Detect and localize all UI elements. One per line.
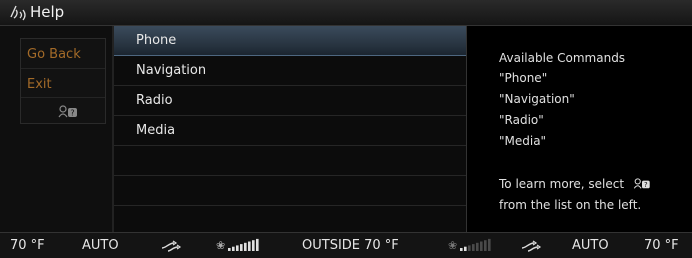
fan-speed-right[interactable] <box>460 238 492 252</box>
command-text: "Media" <box>499 134 547 148</box>
command-text: "Navigation" <box>499 92 575 106</box>
airflow-icon[interactable] <box>160 239 182 253</box>
fan-level-bar <box>252 240 255 251</box>
fan-level-bar <box>472 244 475 251</box>
list-item-label: Radio <box>136 93 173 108</box>
fan-speed-icon[interactable]: ❀ <box>216 239 225 252</box>
divider <box>21 68 105 69</box>
fan-level-bar <box>480 241 483 251</box>
left-temperature[interactable]: 70 °F <box>10 238 45 253</box>
svg-text:?: ? <box>70 109 74 118</box>
list-item-phone[interactable]: Phone <box>114 26 466 56</box>
fan-level-bar <box>248 241 251 251</box>
hint-text: To learn more, select <box>499 177 625 191</box>
left-climate-mode[interactable]: AUTO <box>82 238 119 253</box>
list-item-label: Media <box>136 123 176 138</box>
fan-level-bar <box>244 242 247 251</box>
fan-level-bar <box>484 240 487 251</box>
fan-level-bar <box>468 245 471 251</box>
right-temperature[interactable]: 70 °F <box>644 238 679 253</box>
fan-speed-left[interactable] <box>228 238 260 252</box>
list-item-radio[interactable]: Radio <box>114 86 466 116</box>
command-list: Phone Navigation Radio Media <box>114 26 466 232</box>
hint-text: from the list on the left. <box>499 198 642 212</box>
list-item <box>114 176 466 206</box>
go-back-button[interactable]: Go Back <box>27 47 81 62</box>
divider <box>21 97 105 98</box>
hint-line: To learn more, select ? <box>499 177 652 191</box>
voice-help-icon[interactable]: ? <box>58 105 78 119</box>
fan-level-bar <box>236 245 239 251</box>
fan-speed-icon[interactable]: ❀ <box>448 239 457 252</box>
climate-status-bar: 70 °F AUTO ❀ OUTSIDE 70 °F ❀ AUTO 70 °F <box>0 232 692 258</box>
voice-help-icon: ? <box>633 178 650 189</box>
fan-level-bar <box>476 242 479 251</box>
airflow-icon[interactable] <box>520 239 542 253</box>
outside-temperature: OUTSIDE 70 °F <box>302 238 399 253</box>
fan-level-bar <box>240 244 243 251</box>
command-text: "Phone" <box>499 71 548 85</box>
fan-level-bar <box>488 238 491 251</box>
info-panel: Available Commands "Phone" "Navigation" … <box>466 26 692 232</box>
fan-level-bar <box>228 248 231 251</box>
list-item <box>114 146 466 176</box>
list-item-navigation[interactable]: Navigation <box>114 56 466 86</box>
svg-text:?: ? <box>644 181 648 189</box>
list-item-media[interactable]: Media <box>114 116 466 146</box>
fan-level-bar <box>460 248 463 251</box>
info-heading: Available Commands <box>499 51 626 65</box>
page-title: Help <box>30 3 65 21</box>
command-text: "Radio" <box>499 113 544 127</box>
exit-button[interactable]: Exit <box>27 77 52 92</box>
fan-level-bar <box>232 246 235 251</box>
left-menu: Go Back Exit ? <box>20 38 106 124</box>
right-climate-mode[interactable]: AUTO <box>572 238 609 253</box>
title-bar: Help <box>0 0 692 26</box>
fan-level-bar <box>256 238 259 251</box>
left-panel: Go Back Exit ? <box>0 26 112 232</box>
fan-level-bar <box>464 246 467 251</box>
list-item-label: Phone <box>136 33 177 48</box>
voice-command-icon <box>10 5 26 21</box>
list-item-label: Navigation <box>136 63 207 78</box>
